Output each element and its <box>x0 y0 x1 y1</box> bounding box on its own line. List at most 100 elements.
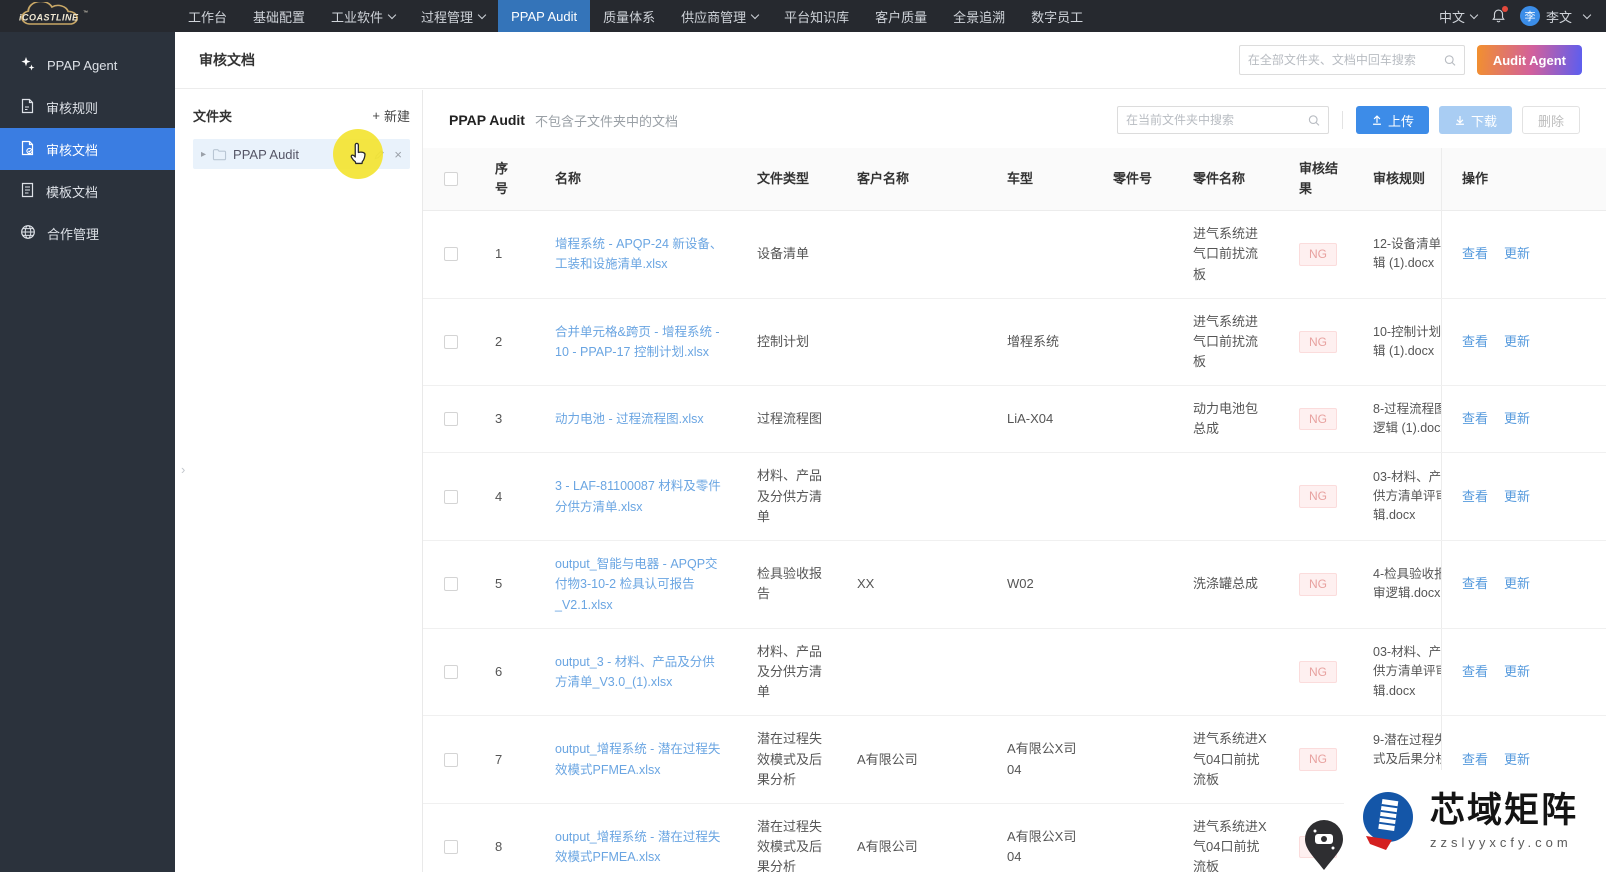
part-name: 动力电池包总成 <box>1193 401 1259 437</box>
view-link[interactable]: 查看 <box>1462 332 1488 352</box>
nav-item[interactable]: 数字员工 <box>1018 0 1096 32</box>
user-menu[interactable]: 李 李文 <box>1519 6 1592 26</box>
nav-item[interactable]: 平台知识库 <box>771 0 862 32</box>
notifications-button[interactable] <box>1491 6 1508 24</box>
document-link[interactable]: output_增程系统 - 潜在过程失效模式PFMEA.xlsx <box>555 830 720 864</box>
app-logo: iCOASTLINE ™ <box>0 0 175 32</box>
nav-right: 中文 李 李文 <box>1439 6 1606 26</box>
language-selector[interactable]: 中文 <box>1439 7 1479 26</box>
view-link[interactable]: 查看 <box>1462 574 1488 594</box>
sidebar-item-1[interactable]: PPAP Agent <box>0 44 175 86</box>
nav-item[interactable]: 全景追溯 <box>940 0 1018 32</box>
sidebar-item-4[interactable]: 模板文档 <box>0 170 175 212</box>
document-link[interactable]: 合并单元格&跨页 - 增程系统 - 10 - PPAP-17 控制计划.xlsx <box>555 325 720 359</box>
part-name: 进气系统进X气04口前扰流板 <box>1193 818 1267 872</box>
table-row: 4 3 - LAF-81100087 材料及零件分供方清单.xlsx 材料、产品… <box>423 453 1606 541</box>
row-checkbox[interactable] <box>444 577 458 592</box>
avatar: 李 <box>1519 6 1540 26</box>
update-link[interactable]: 更新 <box>1504 409 1530 429</box>
view-link[interactable]: 查看 <box>1462 662 1488 682</box>
nav-item[interactable]: 质量体系 <box>590 0 668 32</box>
tree-expand-icon[interactable]: ▸ <box>201 149 206 160</box>
row-checkbox[interactable] <box>444 489 458 504</box>
part-name: 进气系统进气口前扰流板 <box>1193 313 1259 369</box>
update-link[interactable]: 更新 <box>1504 332 1530 352</box>
row-checkbox[interactable] <box>444 412 458 427</box>
document-link[interactable]: 3 - LAF-81100087 材料及零件分供方清单.xlsx <box>555 479 721 513</box>
panel-collapse-icon[interactable]: › <box>181 462 185 477</box>
customer-name <box>841 329 991 355</box>
select-all-checkbox[interactable] <box>444 172 458 187</box>
folder-scope-note: 不包含子文件夹中的文档 <box>534 113 678 129</box>
file-rule-icon <box>20 98 35 117</box>
nav-item[interactable]: 过程管理 <box>408 0 498 32</box>
row-index: 8 <box>495 838 503 854</box>
update-link[interactable]: 更新 <box>1504 662 1530 682</box>
row-index: 1 <box>495 246 503 262</box>
folder-header: 文件夹 + 新建 <box>193 106 410 125</box>
audit-rule: 8-过程流程图评审逻辑 (1).docx <box>1373 401 1441 436</box>
view-link[interactable]: 查看 <box>1462 487 1488 507</box>
customer-name: A有限公司 <box>857 751 918 767</box>
part-name: 进气系统进X气04口前扰流板 <box>1193 731 1267 787</box>
update-link[interactable]: 更新 <box>1504 244 1530 264</box>
global-search-input[interactable] <box>1247 53 1444 67</box>
part-number <box>1097 659 1177 685</box>
part-name: 进气系统进气口前扰流板 <box>1193 226 1259 282</box>
nav-item[interactable]: 工作台 <box>175 0 240 32</box>
nav-item[interactable]: PPAP Audit <box>498 0 591 32</box>
view-link[interactable]: 查看 <box>1462 409 1488 429</box>
result-badge: NG <box>1299 330 1337 354</box>
row-checkbox[interactable] <box>444 665 458 680</box>
document-link[interactable]: output_增程系统 - 潜在过程失效模式PFMEA.xlsx <box>555 742 720 776</box>
download-button[interactable]: 下载 <box>1438 106 1512 134</box>
update-link[interactable]: 更新 <box>1504 574 1530 594</box>
folder-tree-item[interactable]: ▸ PPAP Audit + × <box>193 129 410 179</box>
page-title: 审核文档 <box>199 52 255 68</box>
customer-name <box>841 659 991 685</box>
row-checkbox[interactable] <box>444 752 458 767</box>
file-type: 过程流程图 <box>757 411 823 427</box>
file-type: 材料、产品及分供方清单 <box>757 643 823 700</box>
nav-item[interactable]: 基础配置 <box>240 0 318 32</box>
document-link[interactable]: 增程系统 - APQP-24 新设备、工装和设施清单.xlsx <box>555 237 722 271</box>
upload-button[interactable]: 上传 <box>1355 106 1429 134</box>
update-link[interactable]: 更新 <box>1504 487 1530 507</box>
document-link[interactable]: output_智能与电器 - APQP交付物3-10-2 检具认可报告_V2.1… <box>555 557 718 612</box>
update-link[interactable]: 更新 <box>1504 750 1530 770</box>
map-pin-icon <box>1305 820 1343 870</box>
nav-item[interactable]: 客户质量 <box>862 0 940 32</box>
nav-item[interactable]: 供应商管理 <box>668 0 771 32</box>
part-number <box>1097 484 1177 510</box>
vehicle-model <box>991 659 1097 685</box>
col-part-no: 零件号 <box>1113 171 1153 187</box>
table-row: 1 增程系统 - APQP-24 新设备、工装和设施清单.xlsx 设备清单 进… <box>423 211 1606 299</box>
view-link[interactable]: 查看 <box>1462 750 1488 770</box>
sidebar-item-2[interactable]: 审核规则 <box>0 86 175 128</box>
sidebar-item-label: 合作管理 <box>47 226 100 242</box>
chevron-down-icon <box>1582 10 1592 19</box>
part-name <box>1177 484 1283 510</box>
folder-search <box>1116 106 1329 134</box>
delete-folder-icon[interactable]: × <box>394 147 402 162</box>
chevron-down-icon <box>1469 10 1479 19</box>
table-row: 5 output_智能与电器 - APQP交付物3-10-2 检具认可报告_V2… <box>423 540 1606 629</box>
table-row: 6 output_3 - 材料、产品及分供方清单_V3.0_(1).xlsx 材… <box>423 628 1606 717</box>
row-checkbox[interactable] <box>444 840 458 854</box>
sidebar-item-3[interactable]: 审核文档 <box>0 128 175 170</box>
audit-agent-button[interactable]: Audit Agent <box>1476 45 1582 75</box>
document-link[interactable]: output_3 - 材料、产品及分供方清单_V3.0_(1).xlsx <box>555 655 715 689</box>
vehicle-model: W02 <box>1007 576 1034 592</box>
row-checkbox[interactable] <box>444 247 458 262</box>
document-link[interactable]: 动力电池 - 过程流程图.xlsx <box>555 412 704 426</box>
result-badge: NG <box>1299 660 1337 684</box>
view-link[interactable]: 查看 <box>1462 244 1488 264</box>
new-folder-button[interactable]: + 新建 <box>372 106 410 125</box>
vehicle-model <box>991 241 1097 267</box>
sidebar-item-5[interactable]: 合作管理 <box>0 212 175 254</box>
row-checkbox[interactable] <box>444 334 458 349</box>
nav-item[interactable]: 工业软件 <box>318 0 408 32</box>
delete-button[interactable]: 删除 <box>1521 106 1580 134</box>
sidebar: PPAP Agent 审核规则 审核文档 模板文档 合作管理 <box>0 32 175 872</box>
folder-search-input[interactable] <box>1125 113 1308 127</box>
